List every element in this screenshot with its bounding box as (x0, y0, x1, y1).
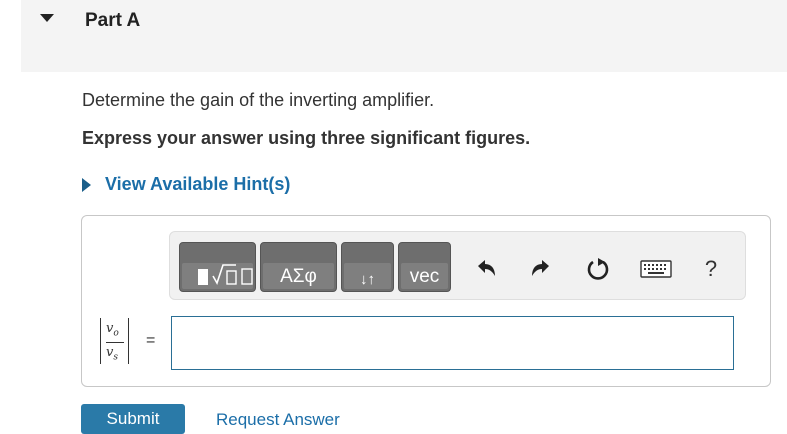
abs-bar-right (128, 318, 129, 364)
denominator: vs (106, 345, 118, 363)
vec-label: vec (409, 266, 440, 287)
submit-button[interactable]: Submit (81, 404, 185, 434)
triangle-right-icon (82, 177, 91, 192)
view-hints-link[interactable]: View Available Hint(s) (82, 174, 290, 195)
redo-icon (532, 260, 549, 276)
undo-icon (478, 260, 495, 276)
view-hints-label: View Available Hint(s) (105, 174, 291, 194)
fraction-line (106, 342, 124, 343)
reset-button[interactable] (583, 254, 613, 284)
answer-input[interactable] (171, 316, 734, 370)
help-button[interactable]: ? (696, 254, 726, 284)
request-answer-link[interactable]: Request Answer (216, 410, 340, 430)
redo-button[interactable] (526, 254, 556, 284)
arrows-button[interactable]: ↓↑ (341, 242, 394, 292)
gain-expression: vo vs (96, 318, 136, 366)
sqrt-template-icon (198, 264, 253, 285)
greek-symbols-button[interactable]: ΑΣφ (260, 242, 337, 292)
abs-bar-left (100, 318, 101, 364)
arrows-label: ↓↑ (360, 271, 375, 288)
question-text: Determine the gain of the inverting ampl… (82, 90, 435, 110)
instruction-text: Express your answer using three signific… (82, 128, 531, 148)
part-title: Part A (85, 10, 141, 31)
keyboard-icon (640, 260, 672, 278)
keyboard-button[interactable] (638, 254, 674, 284)
reset-icon (587, 258, 609, 280)
undo-button[interactable] (471, 254, 501, 284)
greek-label: ΑΣφ (280, 266, 317, 287)
math-toolbar: ΑΣφ ↓↑ vec ? (169, 231, 746, 300)
templates-button[interactable] (179, 242, 256, 292)
vector-button[interactable]: vec (398, 242, 451, 292)
equals-sign: = (146, 332, 156, 349)
collapse-caret-icon[interactable] (40, 14, 54, 22)
numerator: vo (106, 321, 119, 339)
